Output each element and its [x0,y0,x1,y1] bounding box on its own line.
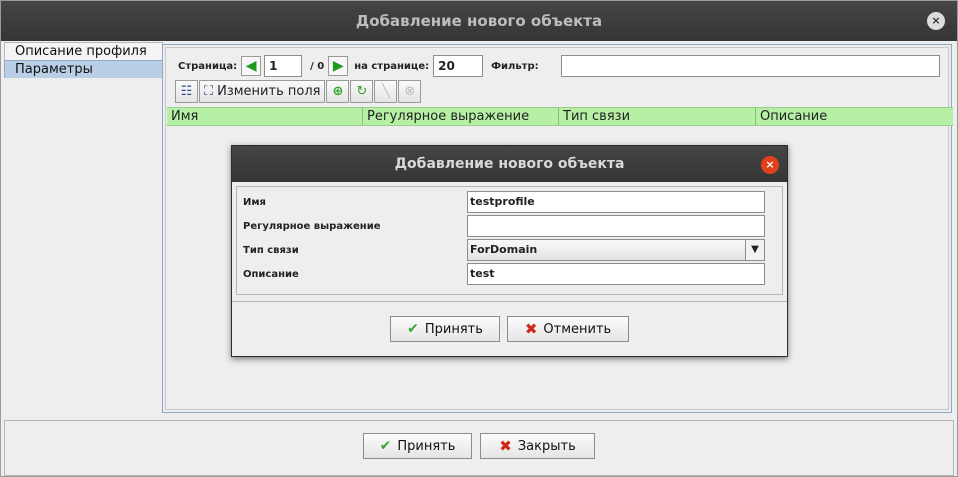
prev-page-button[interactable]: ◀ [241,56,262,76]
tab-parameters[interactable]: Параметры [4,60,163,78]
dropdown-toggle[interactable]: ▼ [745,240,764,260]
page-input[interactable]: 1 [264,55,303,77]
dialog-cancel-label: Отменить [543,321,612,337]
description-input[interactable]: test [467,263,765,285]
dialog-title: Добавление нового объекта [394,156,625,172]
link-type-label: Тип связи [243,244,299,256]
close-icon: × [765,158,775,171]
edit-fields-button[interactable]: ⛶ Изменить поля [199,79,326,103]
arrow-left-icon: ◀ [245,58,257,74]
total-pages-label: / 0 [310,60,325,72]
form-row-link-type: Тип связи ForDomain ▼ [243,239,765,261]
link-type-value: ForDomain [470,243,538,256]
edit-fields-label: Изменить поля [217,83,321,99]
check-icon: ✔ [379,438,392,454]
cross-icon: ✖ [524,320,538,338]
refresh-icon: ↻ [356,83,368,99]
column-header-description[interactable]: Описание [756,108,953,125]
list-icon: ☷ [180,83,193,99]
dialog-accept-button[interactable]: ✔ Принять [390,316,500,342]
main-close-label: Закрыть [517,438,576,454]
cross-icon: ✖ [499,437,512,455]
check-icon: ✔ [407,321,419,337]
action-toolbar: ☷ ⛶ Изменить поля ⊕ ↻ ╲ ⊗ [175,79,422,103]
column-header-link-type[interactable]: Тип связи [559,108,756,125]
main-accept-button[interactable]: ✔ Принять [363,433,472,459]
main-accept-label: Принять [397,438,456,454]
column-header-regex[interactable]: Регулярное выражение [363,108,559,125]
close-icon: × [931,14,941,27]
dialog-close-button[interactable]: × [761,156,779,174]
name-label: Имя [243,196,266,208]
window-titlebar: Добавление нового объекта × [1,1,957,41]
link-type-select[interactable]: ForDomain ▼ [467,239,765,261]
arrow-right-icon: ▶ [332,58,344,74]
form-row-description: Описание test [243,263,765,285]
pager-toolbar: Страница: ◀ 1 / 0 ▶ на странице: 20 Филь… [178,54,940,78]
table-header: Имя Регулярное выражение Тип связи Описа… [167,107,953,126]
filter-label: Фильтр: [491,60,539,72]
tab-profile-description[interactable]: Описание профиля [4,42,163,60]
column-header-name[interactable]: Имя [167,108,363,125]
edit-button[interactable]: ╲ [374,79,398,103]
refresh-button[interactable]: ↻ [350,79,374,103]
fullscreen-icon: ⛶ [204,83,214,99]
regex-label: Регулярное выражение [243,220,381,232]
page-label: Страница: [178,60,238,72]
next-page-button[interactable]: ▶ [328,56,349,76]
dialog-footer: ✔ Принять ✖ Отменить [232,301,787,356]
add-button[interactable]: ⊕ [326,79,350,103]
main-close-button[interactable]: ✖ Закрыть [480,433,595,459]
chevron-down-icon: ▼ [751,244,759,255]
dialog-titlebar: Добавление нового объекта × [232,146,787,182]
main-footer: ✔ Принять ✖ Закрыть [4,420,954,476]
per-page-label: на странице: [354,60,430,72]
add-object-dialog: Добавление нового объекта × Имя testprof… [231,145,788,357]
description-label: Описание [243,268,299,280]
dialog-form: Имя testprofile Регулярное выражение Тип… [236,186,783,295]
edit-icon: ╲ [382,83,390,99]
delete-icon: ⊗ [404,83,416,99]
window-close-button[interactable]: × [927,12,945,30]
per-page-input[interactable]: 20 [433,55,484,77]
dialog-cancel-button[interactable]: ✖ Отменить [507,316,629,342]
delete-button[interactable]: ⊗ [398,79,422,103]
tab-list: Описание профиля Параметры [4,42,163,78]
form-row-regex: Регулярное выражение [243,215,765,237]
regex-input[interactable] [467,215,765,237]
column-settings-button[interactable]: ☷ [175,79,198,103]
window-title: Добавление нового объекта [355,12,603,30]
filter-input[interactable] [560,55,940,77]
form-row-name: Имя testprofile [243,191,765,213]
name-input[interactable]: testprofile [467,191,765,213]
dialog-accept-label: Принять [424,321,483,337]
add-icon: ⊕ [332,83,344,99]
